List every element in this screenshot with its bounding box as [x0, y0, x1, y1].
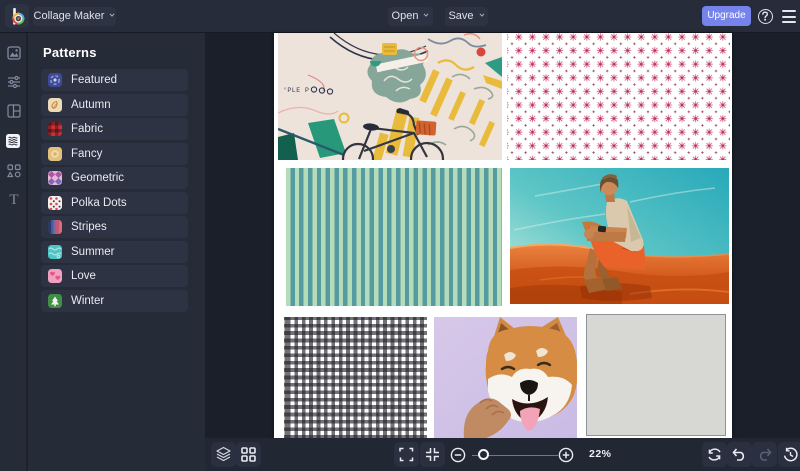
svg-text:'PLE P: 'PLE P [283, 87, 309, 94]
